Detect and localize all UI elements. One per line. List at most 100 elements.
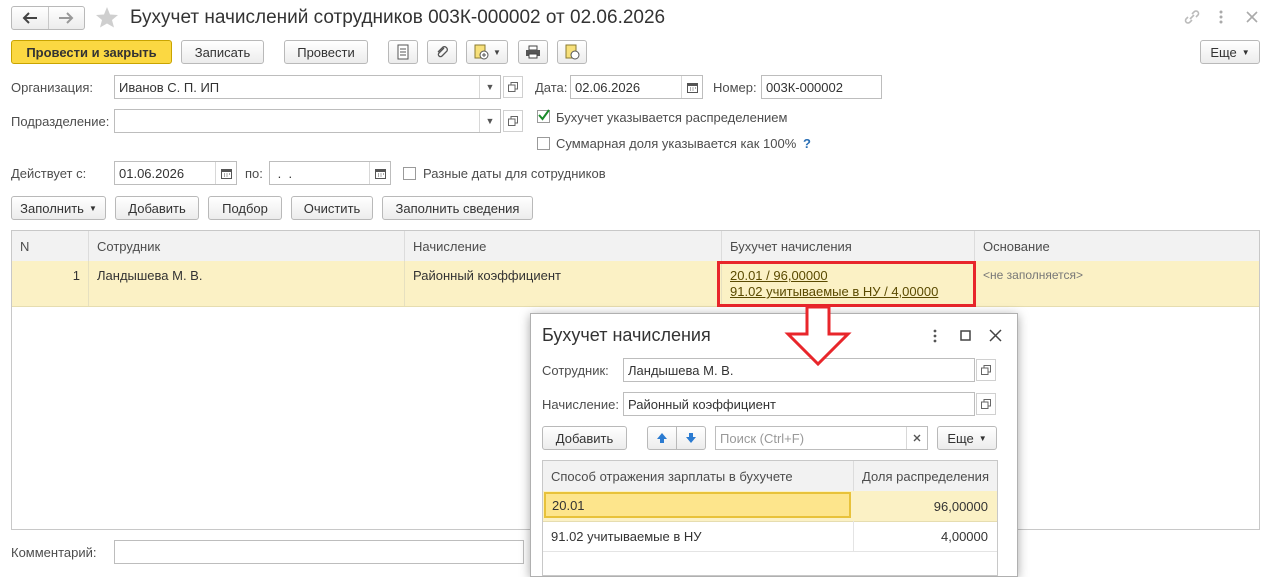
highlight-frame bbox=[717, 261, 976, 307]
number-label: Номер: bbox=[713, 80, 757, 95]
dept-label: Подразделение: bbox=[11, 114, 110, 129]
dialog-search-input[interactable]: Поиск (Ctrl+F) bbox=[715, 426, 928, 450]
to-field[interactable]: . . bbox=[269, 161, 391, 185]
favorite-star-icon[interactable] bbox=[95, 6, 119, 31]
fill-info-button[interactable]: Заполнить сведения bbox=[382, 196, 533, 220]
attach-button[interactable] bbox=[427, 40, 457, 64]
select-button[interactable]: Подбор bbox=[208, 196, 282, 220]
org-field[interactable]: Иванов С. П. ИП ▼ bbox=[114, 75, 501, 99]
table-row[interactable]: 20.01 96,00000 bbox=[543, 491, 997, 522]
report-button[interactable] bbox=[388, 40, 418, 64]
calendar-icon[interactable] bbox=[215, 162, 236, 184]
to-label: по: bbox=[245, 166, 263, 181]
window-title: Бухучет начислений сотрудников 003К-0000… bbox=[130, 7, 666, 28]
dialog-employee-label: Сотрудник: bbox=[542, 363, 609, 378]
paperclip-icon bbox=[437, 46, 448, 58]
open-window-icon bbox=[981, 399, 991, 409]
row-basis: <не заполняется> bbox=[983, 268, 1083, 282]
org-label: Организация: bbox=[11, 80, 94, 95]
open-org-button[interactable] bbox=[503, 76, 523, 98]
document-structure-icon bbox=[565, 44, 580, 60]
help-icon[interactable]: ? bbox=[803, 136, 811, 151]
printer-icon bbox=[526, 45, 540, 59]
more-vertical-icon[interactable] bbox=[1218, 9, 1224, 28]
open-window-icon bbox=[508, 82, 518, 92]
dist-table-header: Способ отражения зарплаты в бухучете Дол… bbox=[543, 461, 997, 492]
print-button[interactable] bbox=[518, 40, 548, 64]
add-button[interactable]: Добавить bbox=[115, 196, 199, 220]
number-field[interactable]: 003К-000002 bbox=[761, 75, 882, 99]
checkmark-icon bbox=[538, 109, 550, 121]
forward-arrow-icon[interactable] bbox=[48, 7, 84, 29]
structure-button[interactable] bbox=[557, 40, 587, 64]
clear-search-icon[interactable] bbox=[906, 427, 927, 449]
create-based-on-button[interactable]: ▼ bbox=[466, 40, 508, 64]
maximize-icon[interactable] bbox=[960, 330, 972, 345]
close-icon[interactable] bbox=[989, 329, 1002, 345]
open-dept-button[interactable] bbox=[503, 110, 523, 132]
table-row[interactable]: 91.02 учитываемые в НУ 4,00000 bbox=[543, 521, 997, 552]
dist-row-share: 96,00000 bbox=[933, 498, 988, 514]
chevron-down-icon[interactable]: ▼ bbox=[479, 110, 500, 132]
dialog-accrual-field[interactable]: Районный коэффициент bbox=[623, 392, 975, 416]
clear-button[interactable]: Очистить bbox=[291, 196, 373, 220]
open-employee-button[interactable] bbox=[976, 359, 996, 381]
chevron-down-icon: ▼ bbox=[1241, 47, 1250, 57]
column-header-employee[interactable]: Сотрудник bbox=[89, 231, 405, 261]
dialog-add-button[interactable]: Добавить bbox=[542, 426, 627, 450]
dist-row-share: 4,00000 bbox=[941, 528, 988, 544]
column-header-n[interactable]: N bbox=[12, 231, 89, 261]
document-add-icon bbox=[474, 44, 489, 60]
chevron-down-icon[interactable]: ▼ bbox=[479, 76, 500, 98]
calendar-icon[interactable] bbox=[369, 162, 390, 184]
total-checkbox[interactable] bbox=[537, 137, 550, 150]
open-window-icon bbox=[508, 116, 518, 126]
open-window-icon bbox=[981, 365, 991, 375]
back-forward-group bbox=[11, 6, 85, 30]
annotation-arrow-icon bbox=[784, 306, 852, 366]
comment-field[interactable] bbox=[114, 540, 524, 564]
total-label: Суммарная доля указывается как 100% bbox=[556, 136, 797, 151]
dialog-accrual-label: Начисление: bbox=[542, 397, 619, 412]
arrow-up-icon bbox=[657, 433, 667, 443]
post-button[interactable]: Провести bbox=[284, 40, 368, 64]
move-down-button[interactable] bbox=[676, 426, 706, 450]
distribution-checkbox[interactable] bbox=[537, 109, 550, 123]
more-button[interactable]: Еще ▼ bbox=[1200, 40, 1260, 64]
diff-dates-checkbox[interactable] bbox=[403, 167, 416, 180]
fill-button[interactable]: Заполнить ▼ bbox=[11, 196, 106, 220]
column-header-share[interactable]: Доля распределения bbox=[854, 461, 997, 491]
date-label: Дата: bbox=[535, 80, 568, 95]
post-and-close-button[interactable]: Провести и закрыть bbox=[11, 40, 172, 64]
comment-label: Комментарий: bbox=[11, 545, 97, 560]
dialog-more-button[interactable]: Еще ▼ bbox=[937, 426, 997, 450]
row-accrual: Районный коэффициент bbox=[405, 261, 722, 306]
row-employee: Ландышева М. В. bbox=[89, 261, 405, 306]
back-arrow-icon[interactable] bbox=[12, 7, 49, 29]
column-header-accounting[interactable]: Бухучет начисления bbox=[722, 231, 975, 261]
more-vertical-icon[interactable] bbox=[932, 329, 938, 346]
dist-row-method[interactable]: 20.01 bbox=[544, 492, 851, 518]
dept-field[interactable]: ▼ bbox=[114, 109, 501, 133]
dialog-title: Бухучет начисления bbox=[542, 325, 711, 345]
valid-from-field[interactable]: 01.06.2026 bbox=[114, 161, 237, 185]
open-accrual-button[interactable] bbox=[976, 393, 996, 415]
distribution-label: Бухучет указывается распределением bbox=[556, 110, 788, 125]
column-header-basis[interactable]: Основание bbox=[975, 231, 1259, 261]
save-button[interactable]: Записать bbox=[181, 40, 264, 64]
arrow-down-icon bbox=[686, 433, 696, 443]
table-header: N Сотрудник Начисление Бухучет начислени… bbox=[12, 231, 1259, 262]
chevron-down-icon: ▼ bbox=[978, 433, 987, 443]
column-header-method[interactable]: Способ отражения зарплаты в бухучете bbox=[543, 461, 854, 491]
close-icon[interactable] bbox=[1245, 10, 1259, 27]
date-field[interactable]: 02.06.2026 bbox=[570, 75, 703, 99]
column-header-accrual[interactable]: Начисление bbox=[405, 231, 722, 261]
accounting-dialog: Бухучет начисления Сотрудник: Ландышева … bbox=[530, 313, 1018, 577]
diff-dates-label: Разные даты для сотрудников bbox=[423, 166, 606, 181]
dist-row-method: 91.02 учитываемые в НУ bbox=[543, 521, 854, 551]
link-icon[interactable] bbox=[1183, 9, 1201, 28]
calendar-icon[interactable] bbox=[681, 76, 702, 98]
distribution-table: Способ отражения зарплаты в бухучете Дол… bbox=[542, 460, 998, 576]
chevron-down-icon: ▼ bbox=[88, 203, 97, 213]
move-up-button[interactable] bbox=[647, 426, 677, 450]
